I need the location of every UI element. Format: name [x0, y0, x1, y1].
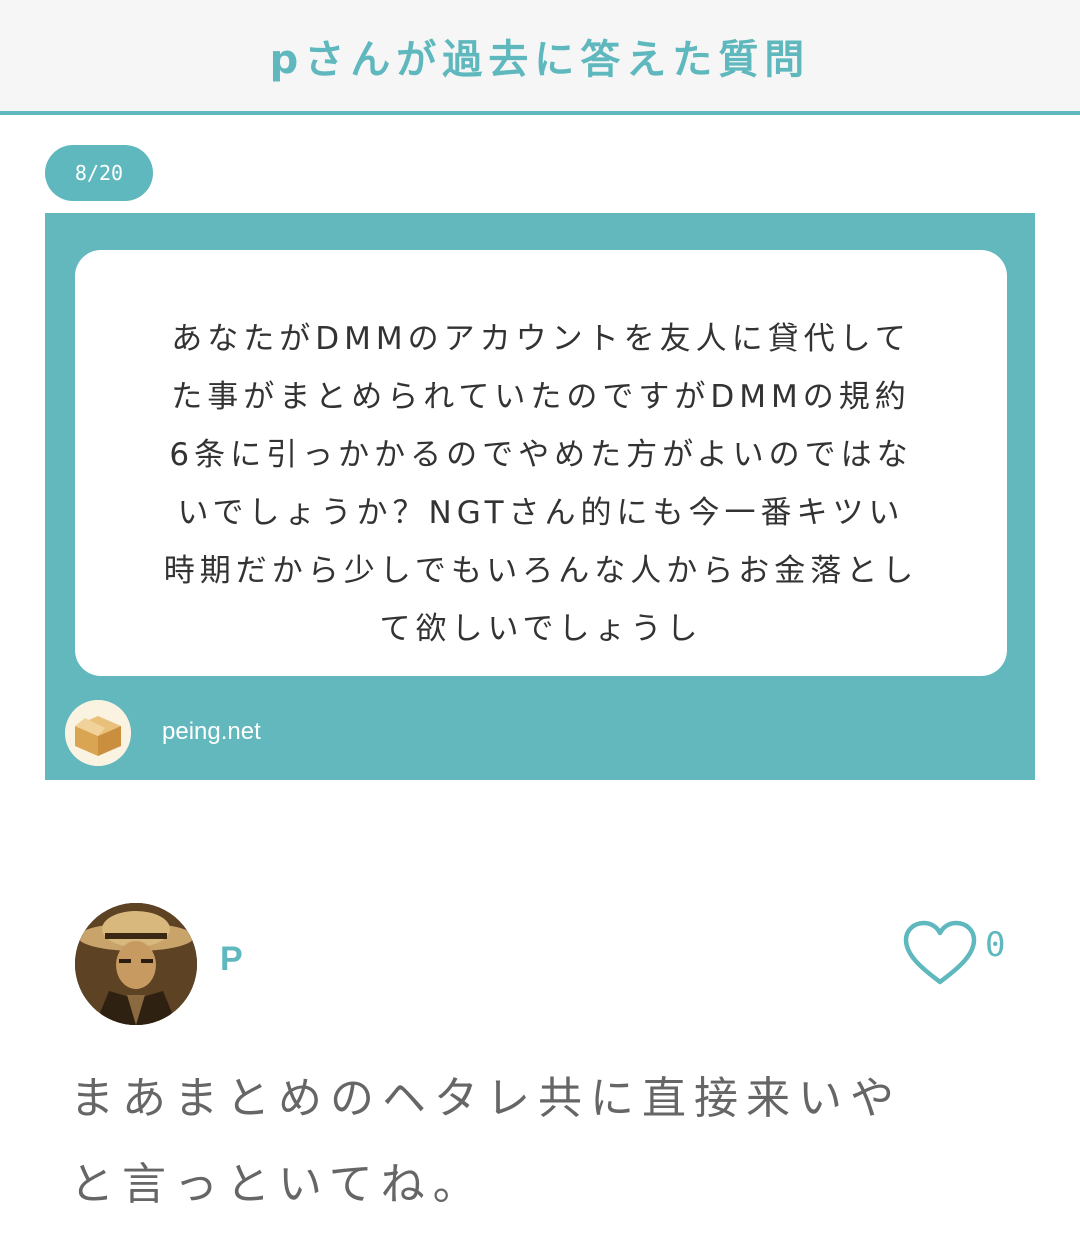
question-counter-badge: 8/20: [45, 145, 153, 201]
like-button[interactable]: [900, 918, 980, 988]
question-line: 時期だから少しでもいろんな人からお金落とし: [163, 553, 919, 589]
heart-icon: [903, 920, 977, 985]
cardboard-box-icon: [65, 700, 131, 766]
question-card: あなたがDMMのアカウントを友人に貸代して た事がまとめられていたのですがDMM…: [45, 213, 1035, 780]
page-header: pさんが過去に答えた質問: [0, 0, 1080, 115]
like-count: 0: [985, 925, 1006, 965]
question-line: た事がまとめられていたのですがDMMの規約: [171, 379, 911, 415]
question-line: いでしょうか？NGTさん的にも今一番キツい: [177, 495, 905, 531]
answerer-name[interactable]: P: [220, 940, 243, 979]
question-line: て欲しいでしょうし: [379, 611, 703, 647]
page-title: pさんが過去に答えた質問: [269, 36, 811, 83]
user-avatar[interactable]: [75, 903, 197, 1025]
question-line: 6条に引っかかるのでやめた方がよいのではな: [169, 437, 913, 473]
question-line: あなたがDMMのアカウントを友人に貸代して: [171, 321, 911, 357]
answer-text: まあまとめのヘタレ共に直接来いや と言っといてね。: [70, 1056, 1030, 1228]
question-text-box: あなたがDMMのアカウントを友人に貸代して た事がまとめられていたのですがDMM…: [75, 250, 1007, 676]
answer-line: と言っといてね。: [70, 1159, 485, 1210]
source-label[interactable]: peing.net: [162, 718, 261, 746]
answer-line: まあまとめのヘタレ共に直接来いや: [70, 1073, 902, 1124]
